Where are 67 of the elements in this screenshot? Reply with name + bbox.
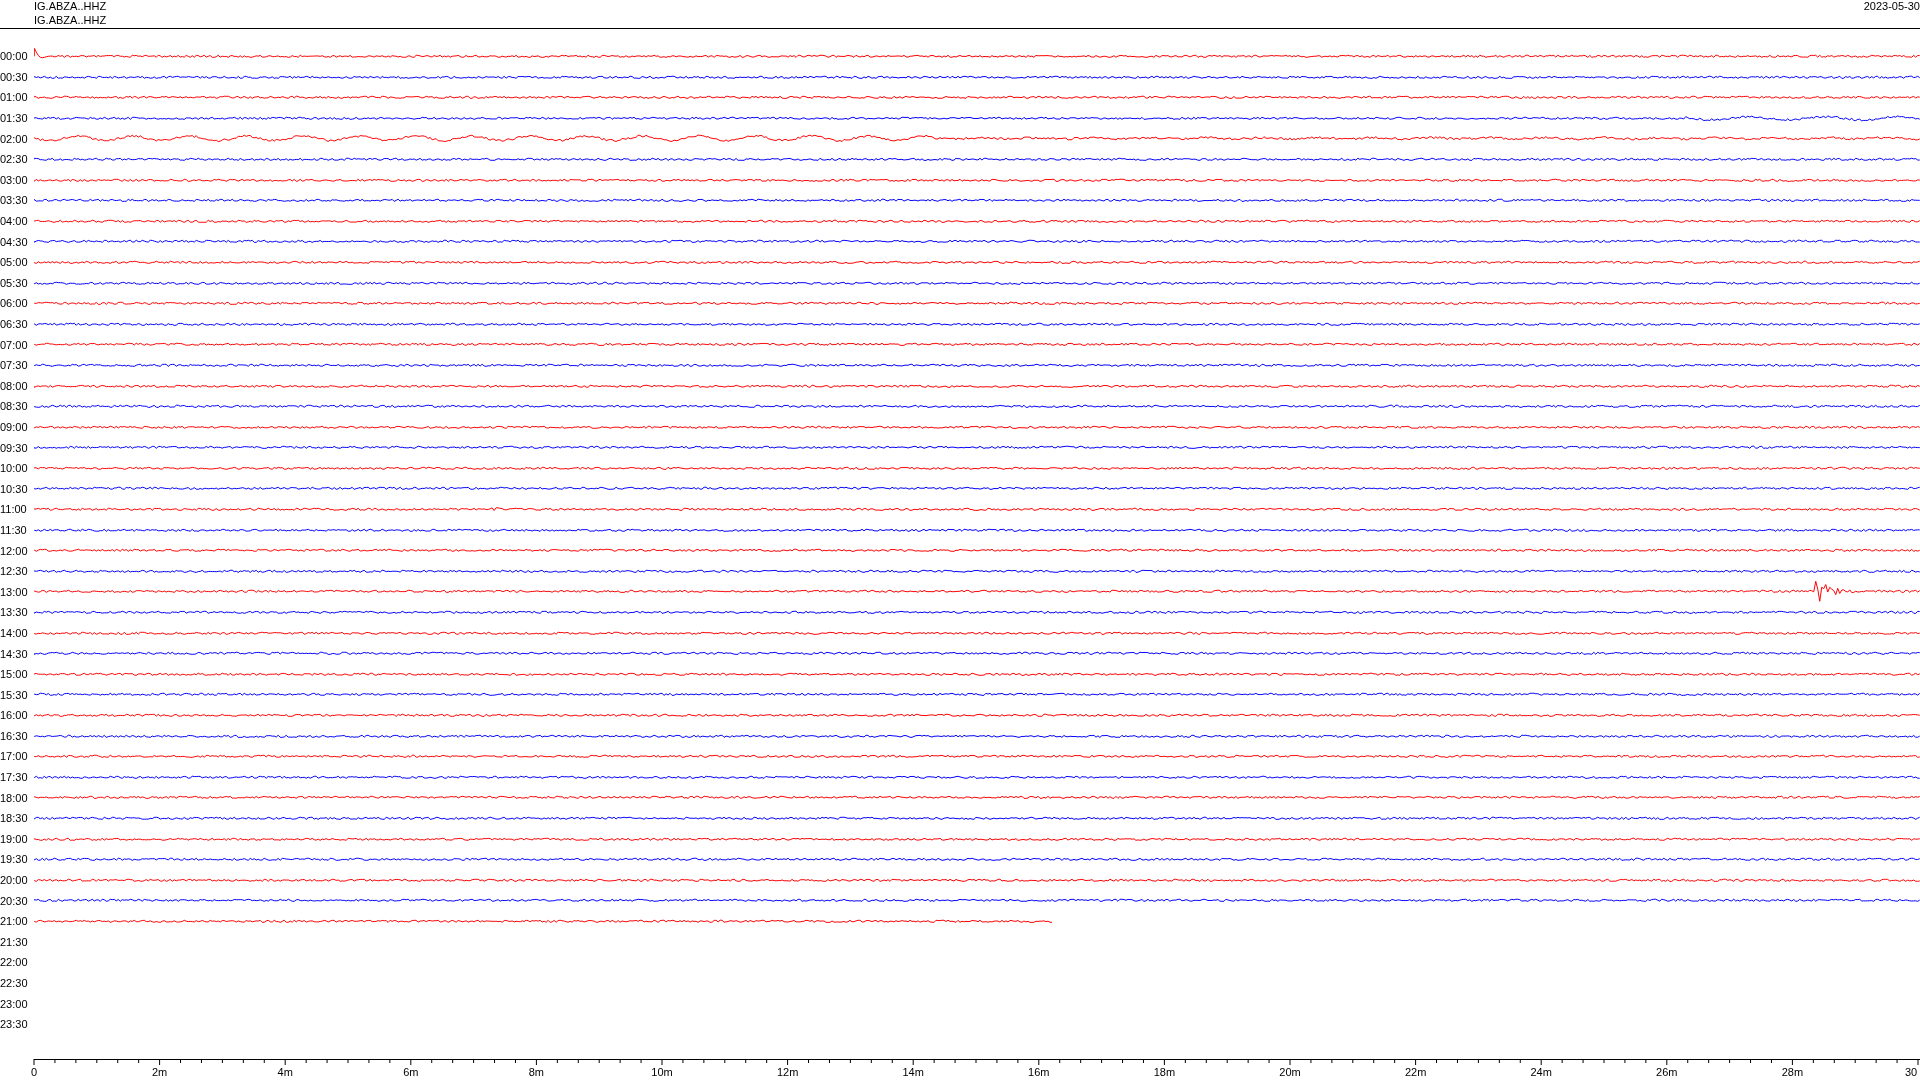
time-label: 12:00	[0, 544, 29, 557]
time-label: 18:30	[0, 812, 29, 825]
time-label: 06:00	[0, 297, 29, 310]
time-label: 17:00	[0, 750, 29, 763]
time-label: 11:30	[0, 523, 28, 536]
time-label: 02:00	[0, 132, 29, 145]
time-label: 17:30	[0, 771, 29, 784]
time-label: 03:00	[0, 173, 29, 186]
axis-tick-label: 22m	[1404, 1065, 1427, 1078]
time-label: 20:30	[0, 894, 29, 907]
time-label: 04:30	[0, 235, 29, 248]
time-label: 21:00	[0, 915, 29, 928]
time-label: 18:00	[0, 791, 29, 804]
time-label: 04:00	[0, 215, 29, 228]
time-label: 03:30	[0, 194, 29, 207]
axis-tick-label: 12m	[776, 1065, 799, 1078]
time-label: 14:30	[0, 647, 29, 660]
time-label: 20:00	[0, 874, 29, 887]
axis-tick-label: 24m	[1530, 1065, 1552, 1078]
time-label: 15:30	[0, 688, 29, 701]
time-label: 11:00	[0, 503, 28, 516]
time-label: 00:30	[0, 70, 29, 83]
time-label: 02:30	[0, 153, 29, 166]
time-label: 21:30	[0, 935, 29, 948]
time-label: 05:30	[0, 276, 29, 289]
time-label: 08:30	[0, 400, 29, 413]
axis-tick-label: 6m	[403, 1065, 419, 1078]
axis-tick-label: 16m	[1028, 1065, 1050, 1078]
time-label: 16:00	[0, 709, 29, 722]
time-label: 22:30	[0, 977, 29, 989]
time-label: 00:00	[0, 50, 29, 63]
time-label: 16:30	[0, 729, 29, 742]
axis-tick-label: 8m	[528, 1065, 545, 1078]
axis-tick-label: 20m	[1279, 1065, 1301, 1078]
axis-tick-label: 26m	[1656, 1065, 1678, 1078]
time-label: 19:00	[0, 832, 29, 845]
time-label: 13:00	[0, 585, 29, 598]
time-label: 07:30	[0, 359, 29, 372]
time-label: 01:30	[0, 112, 29, 125]
time-label: 08:00	[0, 379, 29, 392]
axis-tick-label: 28m	[1781, 1065, 1804, 1078]
axis-tick-label: 0	[30, 1065, 38, 1078]
time-label: 23:00	[0, 997, 29, 1010]
time-label: 09:00	[0, 421, 29, 433]
time-label: 10:00	[0, 462, 29, 475]
time-label: 14:00	[0, 626, 29, 639]
station-label: IG.ABZA..HHZ	[34, 14, 107, 28]
axis-tick-label: 10m	[651, 1065, 673, 1078]
time-label: 10:30	[0, 482, 29, 495]
station-label: IG.ABZA..HHZ	[34, 0, 107, 14]
date-label: 2023-05-30	[1863, 0, 1920, 14]
axis-tick-label: 30	[1904, 1065, 1918, 1078]
time-label: 05:00	[0, 256, 29, 269]
axis-tick-label: 2m	[151, 1065, 168, 1078]
time-label: 09:30	[0, 441, 29, 454]
axis-tick-label: 18m	[1153, 1065, 1176, 1078]
time-label: 12:30	[0, 565, 29, 578]
time-label: 19:30	[0, 853, 29, 866]
time-label: 13:30	[0, 606, 29, 619]
axis-tick-label: 14m	[902, 1065, 924, 1078]
time-label: 07:00	[0, 338, 29, 351]
time-label: 01:00	[0, 91, 29, 104]
axis-tick-label: 4m	[277, 1065, 293, 1078]
time-label: 06:30	[0, 318, 29, 330]
time-label: 15:00	[0, 668, 29, 681]
time-label: 23:30	[0, 1018, 29, 1031]
time-label: 22:00	[0, 956, 29, 969]
